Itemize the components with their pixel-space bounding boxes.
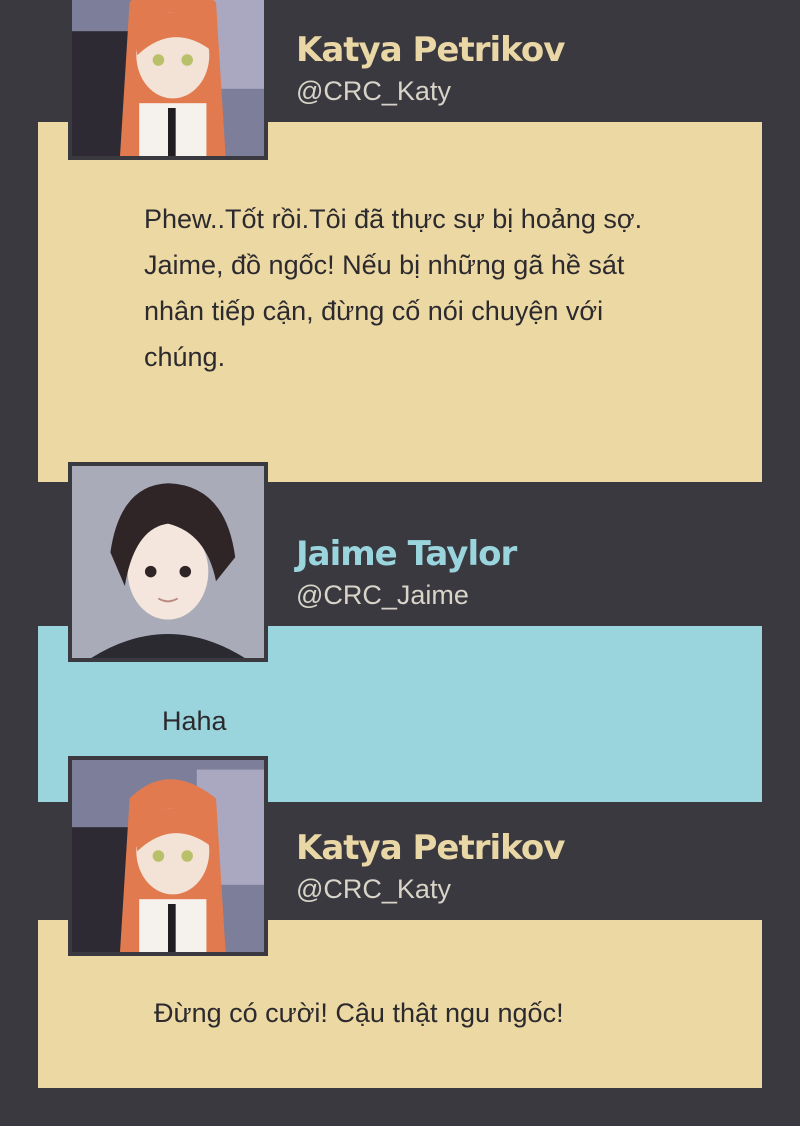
author-name: Katya Petrikov bbox=[296, 828, 565, 868]
author-handle: @CRC_Jaime bbox=[296, 580, 469, 610]
author-name: Katya Petrikov bbox=[296, 30, 565, 70]
author-handle: @CRC_Katy bbox=[296, 76, 451, 106]
katya-avatar-image bbox=[72, 760, 264, 952]
author-name: Jaime Taylor bbox=[296, 534, 517, 574]
jaime-avatar bbox=[68, 462, 268, 662]
katya-avatar bbox=[68, 756, 268, 956]
message-text: Phew..Tốt rồi.Tôi đã thực sự bị hoảng sợ… bbox=[144, 204, 643, 372]
jaime-avatar-image bbox=[72, 466, 264, 658]
message-text: Haha bbox=[162, 706, 227, 736]
message-text: Đừng có cười! Cậu thật ngu ngốc! bbox=[154, 998, 564, 1028]
author-handle: @CRC_Katy bbox=[296, 874, 451, 904]
katya-avatar-image bbox=[72, 0, 264, 156]
katya-avatar bbox=[68, 0, 268, 160]
